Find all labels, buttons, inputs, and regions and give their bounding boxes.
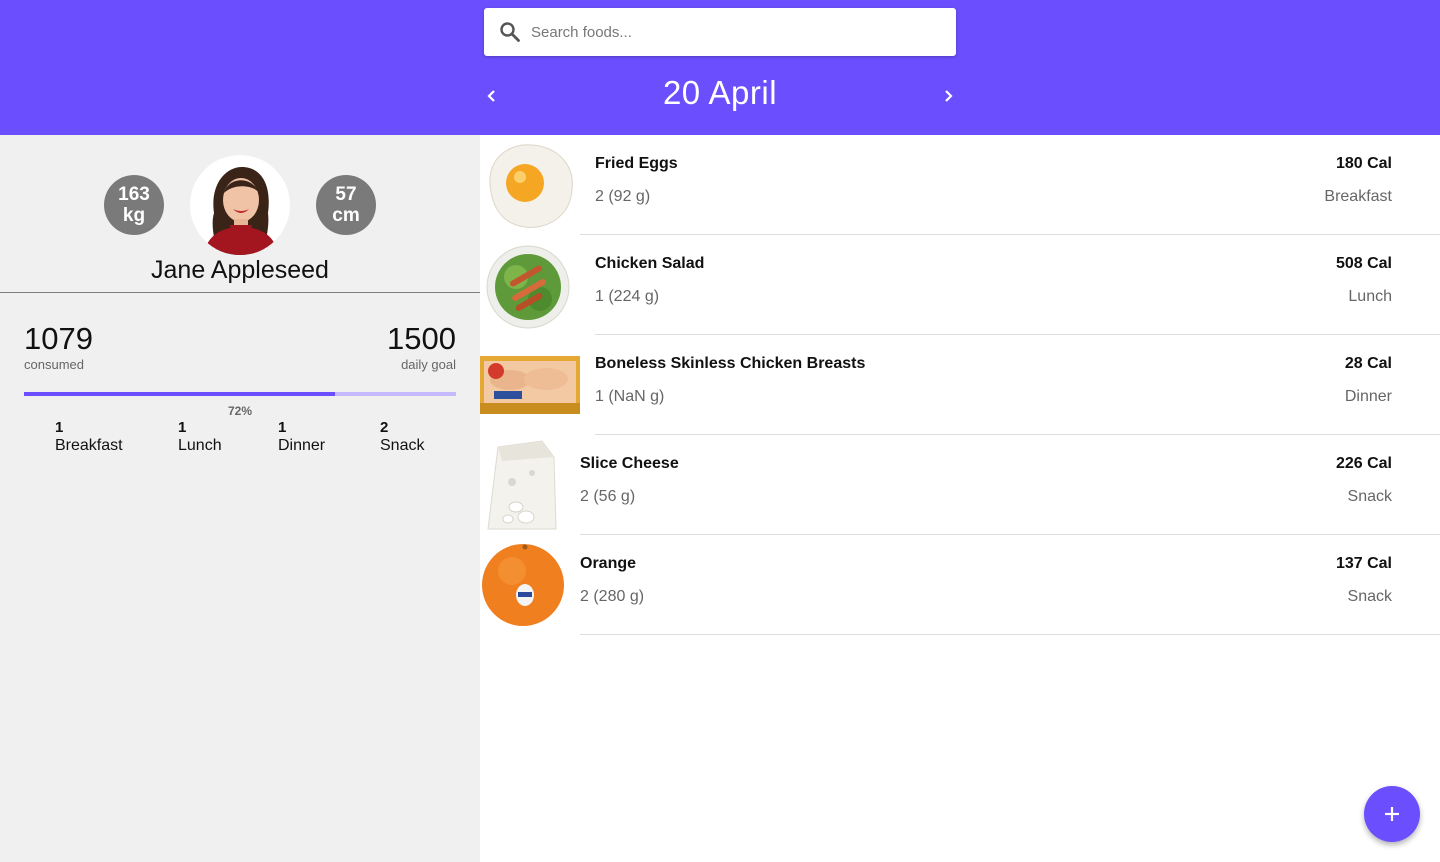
height-badge: 57 cm xyxy=(316,175,376,235)
food-name: Boneless Skinless Chicken Breasts xyxy=(595,355,866,372)
progress-percent: 72% xyxy=(227,404,253,418)
meal-count-breakfast: 1 Breakfast xyxy=(55,420,123,456)
food-name: Fried Eggs xyxy=(595,155,678,172)
meal-count-label: Lunch xyxy=(178,437,222,454)
calorie-progress-fill xyxy=(24,392,336,396)
meal-count-snack: 2 Snack xyxy=(380,420,424,456)
food-meal: Snack xyxy=(1347,488,1392,505)
meal-count-value: 2 xyxy=(380,419,389,436)
avatar xyxy=(190,155,290,255)
meal-count-dinner: 1 Dinner xyxy=(278,420,325,456)
chicken-pack-image xyxy=(480,335,580,435)
plus-icon xyxy=(1385,807,1399,821)
add-food-button[interactable] xyxy=(1364,786,1420,842)
weight-value: 163 xyxy=(118,184,150,205)
meal-count-value: 1 xyxy=(55,419,64,436)
food-name: Orange xyxy=(580,555,637,572)
user-photo xyxy=(190,155,290,255)
food-quantity: 2 (92 g) xyxy=(595,188,651,205)
weight-unit: kg xyxy=(122,205,146,226)
search-bar[interactable] xyxy=(484,8,956,56)
fried-egg-image xyxy=(480,135,580,235)
food-entry-chicken-salad[interactable]: Chicken Salad 1 (224 g) 508 Cal Lunch xyxy=(480,235,1440,335)
meal-count-label: Dinner xyxy=(278,437,326,454)
height-unit: cm xyxy=(332,205,360,226)
food-quantity: 1 (224 g) xyxy=(595,288,660,305)
food-calories: 180 Cal xyxy=(1335,155,1392,172)
orange-image xyxy=(480,535,580,635)
food-calories: 137 Cal xyxy=(1335,555,1392,572)
date-title: 20 April xyxy=(662,74,778,111)
food-entry-list: Fried Eggs 2 (92 g) 180 Cal Breakfast Ch… xyxy=(480,135,1440,862)
food-quantity: 2 (56 g) xyxy=(580,488,636,505)
daily-goal-calories: 1500 xyxy=(387,321,456,356)
food-meal: Breakfast xyxy=(1324,188,1392,205)
daily-goal-label: daily goal xyxy=(401,357,456,372)
row-divider xyxy=(580,634,1440,635)
user-name: Jane Appleseed xyxy=(151,256,329,284)
food-name: Chicken Salad xyxy=(595,255,705,272)
consumed-calories: 1079 xyxy=(24,321,93,356)
profile-panel: 163 kg 57 cm Jane Appleseed 1079 1500 co… xyxy=(0,135,480,862)
meal-count-lunch: 1 Lunch xyxy=(178,420,222,456)
food-calories: 508 Cal xyxy=(1335,255,1392,272)
food-calories: 28 Cal xyxy=(1344,355,1392,372)
calorie-progress-bar xyxy=(24,392,456,396)
salad-image xyxy=(480,235,580,335)
food-calories: 226 Cal xyxy=(1335,455,1392,472)
meal-count-value: 1 xyxy=(278,419,287,436)
meal-count-label: Snack xyxy=(380,437,425,454)
date-navigator: 20 April xyxy=(484,70,956,120)
food-entry-slice-cheese[interactable]: Slice Cheese 2 (56 g) 226 Cal Snack xyxy=(480,435,1440,535)
food-entry-orange[interactable]: Orange 2 (280 g) 137 Cal Snack xyxy=(480,535,1440,635)
next-day-button[interactable] xyxy=(938,82,958,110)
food-meal: Snack xyxy=(1347,588,1392,605)
food-entry-chicken-breasts[interactable]: Boneless Skinless Chicken Breasts 1 (NaN… xyxy=(480,335,1440,435)
chevron-right-icon xyxy=(945,90,953,102)
cheese-image xyxy=(480,435,580,535)
meal-count-value: 1 xyxy=(178,419,187,436)
app-header: 20 April xyxy=(0,0,1440,135)
food-meal: Lunch xyxy=(1348,288,1392,305)
weight-badge: 163 kg xyxy=(104,175,164,235)
food-name: Slice Cheese xyxy=(580,455,679,472)
food-quantity: 2 (280 g) xyxy=(580,588,645,605)
search-icon xyxy=(500,22,520,42)
profile-divider xyxy=(0,292,480,293)
consumed-label: consumed xyxy=(24,357,84,372)
search-input[interactable] xyxy=(531,8,931,56)
meal-count-label: Breakfast xyxy=(55,437,123,454)
food-entry-fried-eggs[interactable]: Fried Eggs 2 (92 g) 180 Cal Breakfast xyxy=(480,135,1440,235)
food-quantity: 1 (NaN g) xyxy=(595,388,665,405)
height-value: 57 xyxy=(335,184,357,205)
food-meal: Dinner xyxy=(1344,388,1392,405)
